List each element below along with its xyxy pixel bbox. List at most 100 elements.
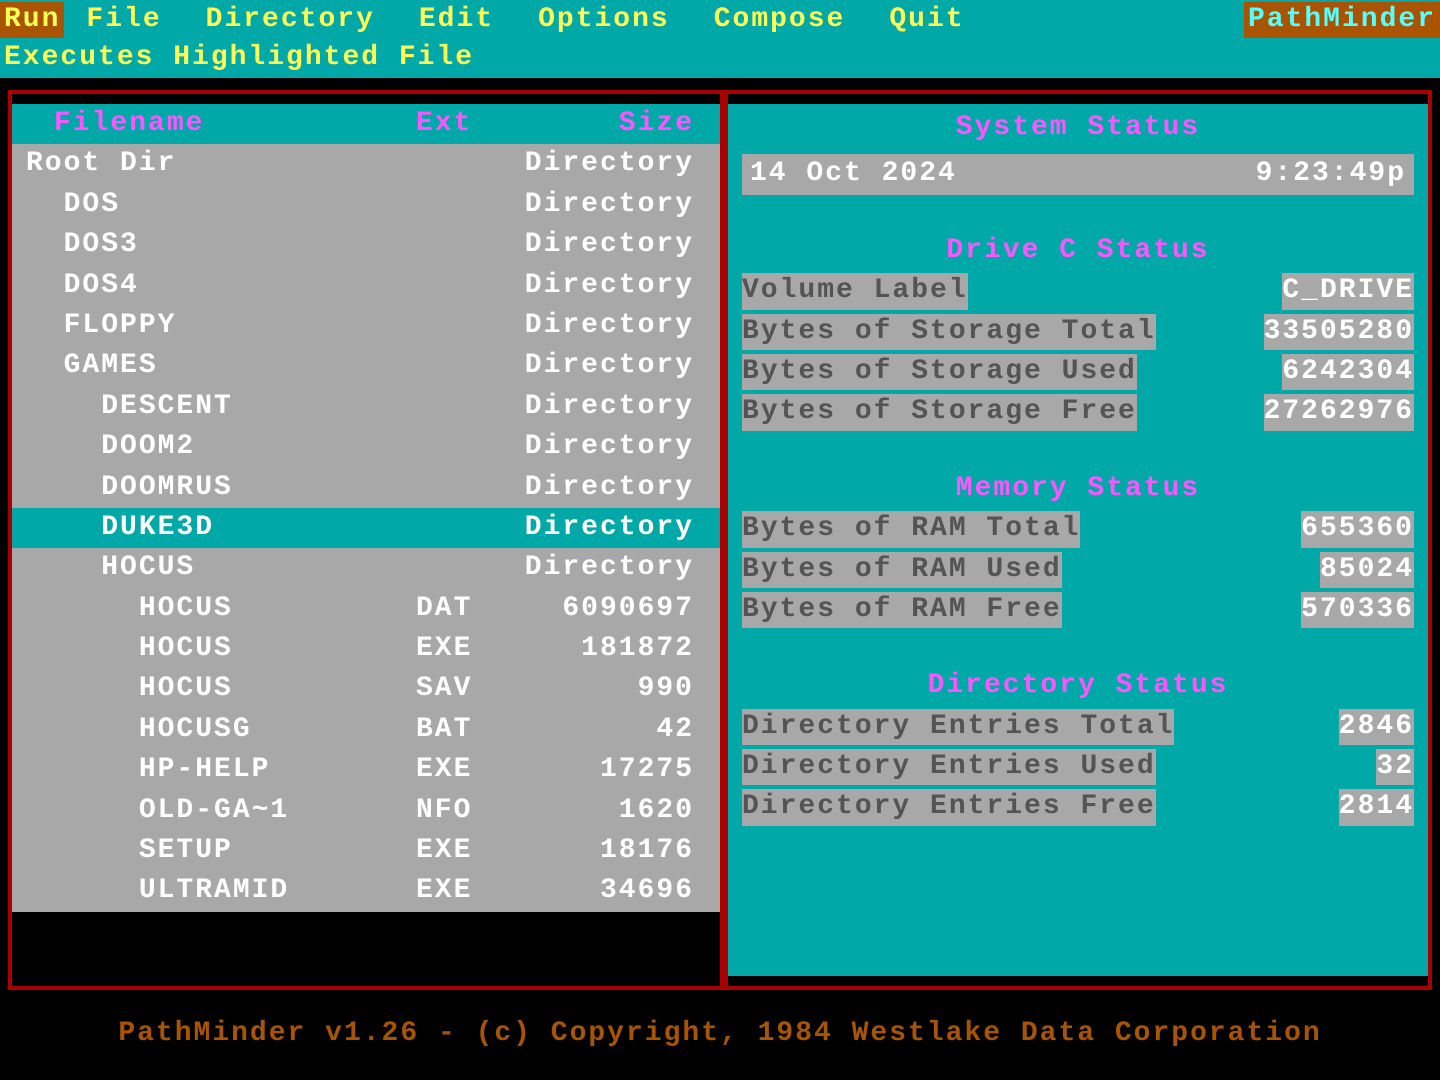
file-name: FLOPPY	[26, 308, 416, 344]
file-row[interactable]: FLOPPYDirectory	[12, 306, 720, 346]
status-panel: System Status 14 Oct 2024 9:23:49p Drive…	[724, 90, 1432, 990]
memory-status-title: Memory Status	[742, 469, 1414, 509]
file-name: HOCUSG	[26, 712, 416, 748]
file-row[interactable]: DOS4Directory	[12, 266, 720, 306]
file-row[interactable]: HOCUSEXE181872	[12, 629, 720, 669]
file-name: DOOM2	[26, 429, 416, 465]
directory-status-row: Directory Entries Total2846	[742, 707, 1414, 747]
file-size: Directory	[516, 429, 706, 465]
status-value: 2846	[1339, 709, 1414, 745]
status-value: 85024	[1320, 552, 1414, 588]
menu-compose[interactable]: Compose	[692, 2, 868, 38]
hint-bar: Executes Highlighted File	[0, 40, 1440, 78]
file-name: DESCENT	[26, 389, 416, 425]
footer-copyright: PathMinder v1.26 - (c) Copyright, 1984 W…	[0, 998, 1440, 1052]
status-value: 33505280	[1264, 314, 1414, 350]
date: 14 Oct 2024	[750, 156, 957, 192]
file-size: 18176	[516, 833, 706, 869]
file-row[interactable]: DOS3 Directory	[12, 225, 720, 265]
drive-status-row: Bytes of Storage Used6242304	[742, 352, 1414, 392]
file-row[interactable]: HP-HELPEXE17275	[12, 750, 720, 790]
status-value: C_DRIVE	[1282, 273, 1414, 309]
file-ext	[416, 510, 516, 546]
file-name: SETUP	[26, 833, 416, 869]
file-ext: EXE	[416, 631, 516, 667]
menu-file[interactable]: File	[64, 2, 183, 38]
file-ext	[416, 227, 516, 263]
file-size: 17275	[516, 752, 706, 788]
file-name: DOS3	[26, 227, 416, 263]
menu-directory[interactable]: Directory	[184, 2, 397, 38]
drive-status-title: Drive C Status	[742, 231, 1414, 271]
file-row[interactable]: HOCUS Directory	[12, 548, 720, 588]
file-name: HP-HELP	[26, 752, 416, 788]
menu-run[interactable]: Run	[0, 2, 64, 38]
file-row[interactable]: DUKE3DDirectory	[12, 508, 720, 548]
file-size: Directory	[516, 268, 706, 304]
file-size: Directory	[516, 146, 706, 182]
menu-edit[interactable]: Edit	[397, 2, 516, 38]
file-row[interactable]: HOCUSSAV990	[12, 669, 720, 709]
file-size: Directory	[516, 550, 706, 586]
file-size: 990	[516, 671, 706, 707]
file-row[interactable]: DESCENTDirectory	[12, 387, 720, 427]
file-size: Directory	[516, 470, 706, 506]
file-row[interactable]: DOOM2 Directory	[12, 427, 720, 467]
file-name: HOCUS	[26, 591, 416, 627]
status-value: 27262976	[1264, 394, 1414, 430]
file-row[interactable]: DOSDirectory	[12, 185, 720, 225]
menu-options[interactable]: Options	[516, 2, 692, 38]
file-ext: EXE	[416, 752, 516, 788]
file-ext	[416, 470, 516, 506]
drive-status-row: Bytes of Storage Free27262976	[742, 392, 1414, 432]
file-row[interactable]: ULTRAMIDEXE34696	[12, 871, 720, 911]
file-list: Root DirDirectory DOSDirectory DOS3 Direc…	[12, 144, 720, 911]
status-label: Volume Label	[742, 273, 968, 309]
col-ext: Ext	[416, 106, 516, 142]
status-label: Bytes of RAM Used	[742, 552, 1062, 588]
workspace: Filename Ext Size Root DirDirectory DOSD…	[0, 78, 1440, 998]
file-ext: EXE	[416, 873, 516, 909]
file-name: ULTRAMID	[26, 873, 416, 909]
file-name: DUKE3D	[26, 510, 416, 546]
file-size: Directory	[516, 227, 706, 263]
status-value: 2814	[1339, 789, 1414, 825]
file-row[interactable]: HOCUSDAT6090697	[12, 589, 720, 629]
file-row[interactable]: SETUPEXE18176	[12, 831, 720, 871]
time: 9:23:49p	[1256, 156, 1406, 192]
app-brand: PathMinder	[1244, 2, 1440, 38]
file-size: Directory	[516, 348, 706, 384]
menu-quit[interactable]: Quit	[867, 2, 986, 38]
file-name: OLD-GA~1	[26, 793, 416, 829]
status-label: Bytes of RAM Total	[742, 511, 1080, 547]
status-value: 6242304	[1282, 354, 1414, 390]
file-ext	[416, 429, 516, 465]
directory-status-title: Directory Status	[742, 666, 1414, 706]
file-row[interactable]: OLD-GA~1NFO1620	[12, 791, 720, 831]
file-ext	[416, 146, 516, 182]
file-row[interactable]: DOOMRUS Directory	[12, 468, 720, 508]
status-value: 32	[1376, 749, 1414, 785]
file-row[interactable]: GAMESDirectory	[12, 346, 720, 386]
file-row[interactable]: Root DirDirectory	[12, 144, 720, 184]
file-name: HOCUS	[26, 631, 416, 667]
file-ext: BAT	[416, 712, 516, 748]
file-ext	[416, 389, 516, 425]
file-ext	[416, 308, 516, 344]
file-ext	[416, 268, 516, 304]
status-label: Directory Entries Used	[742, 749, 1156, 785]
file-name: HOCUS	[26, 550, 416, 586]
datetime: 14 Oct 2024 9:23:49p	[742, 154, 1414, 194]
status-value: 655360	[1301, 511, 1414, 547]
status-value: 570336	[1301, 592, 1414, 628]
file-name: DOOMRUS	[26, 470, 416, 506]
file-row[interactable]: HOCUSGBAT42	[12, 710, 720, 750]
directory-status-row: Directory Entries Free2814	[742, 787, 1414, 827]
col-size: Size	[516, 106, 706, 142]
file-size: Directory	[516, 187, 706, 223]
file-ext: DAT	[416, 591, 516, 627]
memory-status-row: Bytes of RAM Free 570336	[742, 590, 1414, 630]
file-size: 181872	[516, 631, 706, 667]
memory-status-row: Bytes of RAM Total 655360	[742, 509, 1414, 549]
status-label: Bytes of RAM Free	[742, 592, 1062, 628]
